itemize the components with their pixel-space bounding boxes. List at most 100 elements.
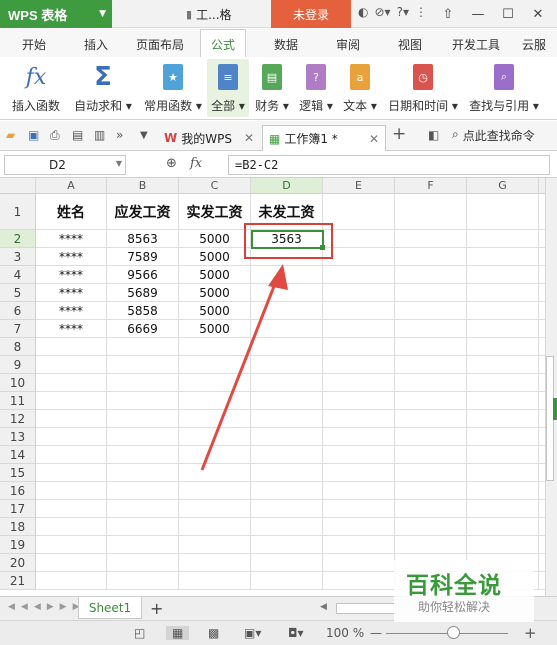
empty-cell[interactable] — [179, 554, 251, 572]
insert-function-button[interactable]: fx 插入函数 — [8, 61, 64, 114]
empty-cell[interactable] — [323, 446, 395, 464]
empty-cell[interactable] — [467, 518, 539, 536]
autosum-button[interactable]: Σ 自动求和 ▾ — [72, 61, 134, 114]
horizontal-scroll-thumb[interactable] — [336, 603, 396, 614]
vertical-scrollbar[interactable] — [545, 178, 557, 596]
empty-cell[interactable] — [107, 554, 179, 572]
empty-cell[interactable] — [467, 428, 539, 446]
menu-item-page-layout[interactable]: 页面布局 — [136, 36, 184, 53]
row-header[interactable]: 12 — [0, 410, 36, 428]
empty-cell[interactable] — [107, 446, 179, 464]
side-panel-toggle[interactable] — [553, 398, 557, 420]
empty-cell[interactable] — [467, 266, 539, 284]
empty-cell[interactable] — [107, 374, 179, 392]
empty-cell[interactable] — [179, 500, 251, 518]
row-header[interactable]: 4 — [0, 266, 36, 284]
empty-cell[interactable] — [36, 464, 107, 482]
skin-icon[interactable]: ◐ — [358, 5, 368, 19]
empty-cell[interactable] — [251, 554, 323, 572]
empty-cell[interactable] — [251, 536, 323, 554]
wps-app-menu-button[interactable]: WPS 表格 ▼ — [0, 0, 112, 28]
scroll-left-icon[interactable]: ◀ — [320, 602, 327, 612]
row-header[interactable]: 7 — [0, 320, 36, 338]
empty-cell[interactable] — [323, 410, 395, 428]
empty-cell[interactable] — [251, 572, 323, 590]
page-break-view-icon[interactable]: ▩ — [208, 626, 219, 640]
empty-cell[interactable] — [467, 338, 539, 356]
empty-cell[interactable] — [36, 338, 107, 356]
empty-cell[interactable] — [395, 410, 467, 428]
empty-cell[interactable] — [323, 266, 395, 284]
data-cell[interactable]: 5689 — [107, 284, 179, 302]
data-cell[interactable]: **** — [36, 284, 107, 302]
empty-cell[interactable] — [36, 536, 107, 554]
empty-cell[interactable] — [323, 302, 395, 320]
empty-cell[interactable] — [467, 320, 539, 338]
empty-cell[interactable] — [179, 482, 251, 500]
empty-cell[interactable] — [467, 374, 539, 392]
open-folder-icon[interactable]: ▰ — [6, 128, 15, 142]
formula-input[interactable]: =B2-C2 — [228, 155, 550, 175]
empty-cell[interactable] — [395, 428, 467, 446]
row-header[interactable]: 20 — [0, 554, 36, 572]
header-cell[interactable]: 实发工资 — [179, 194, 251, 230]
empty-cell[interactable] — [36, 500, 107, 518]
menu-item-formulas[interactable]: 公式 — [200, 29, 247, 57]
empty-cell[interactable] — [107, 392, 179, 410]
menu-item-data[interactable]: 数据 — [274, 36, 298, 53]
empty-cell[interactable] — [467, 230, 539, 248]
empty-cell[interactable] — [323, 338, 395, 356]
empty-cell[interactable] — [36, 428, 107, 446]
empty-cell[interactable] — [179, 518, 251, 536]
row-header[interactable]: 21 — [0, 572, 36, 590]
column-header-d[interactable]: D — [251, 178, 323, 194]
row-header[interactable]: 9 — [0, 356, 36, 374]
new-tab-button[interactable]: + — [392, 124, 406, 144]
empty-cell[interactable] — [323, 572, 395, 590]
empty-cell[interactable] — [395, 230, 467, 248]
date-time-button[interactable]: ◷ 日期和时间 ▾ — [384, 61, 462, 114]
menu-item-cloud[interactable]: 云服 — [522, 36, 546, 53]
empty-cell[interactable] — [107, 428, 179, 446]
sheet-tab-sheet1[interactable]: Sheet1 — [78, 597, 142, 619]
close-icon[interactable]: ✕ — [244, 131, 254, 145]
empty-cell[interactable] — [323, 392, 395, 410]
normal-view-icon[interactable]: ▦ — [166, 626, 190, 640]
empty-cell[interactable] — [107, 500, 179, 518]
column-header-b[interactable]: B — [107, 178, 179, 194]
sheet-nav-arrows[interactable]: ◀◀◀▶▶▶ — [8, 602, 86, 612]
row-header[interactable]: 13 — [0, 428, 36, 446]
empty-cell[interactable] — [107, 482, 179, 500]
login-button[interactable]: 未登录 — [271, 0, 351, 28]
empty-cell[interactable] — [36, 410, 107, 428]
empty-cell[interactable] — [395, 266, 467, 284]
lookup-reference-button[interactable]: ⌕ 查找与引用 ▾ — [464, 61, 544, 114]
row-header[interactable]: 15 — [0, 464, 36, 482]
empty-cell[interactable] — [179, 572, 251, 590]
finance-button[interactable]: ▤ 财务 ▾ — [252, 61, 292, 114]
data-cell[interactable]: 8563 — [107, 230, 179, 248]
empty-cell[interactable] — [107, 536, 179, 554]
empty-cell[interactable] — [36, 356, 107, 374]
empty-cell[interactable] — [36, 392, 107, 410]
empty-cell[interactable] — [467, 410, 539, 428]
empty-cell[interactable] — [36, 446, 107, 464]
data-cell[interactable]: **** — [36, 266, 107, 284]
empty-cell[interactable] — [467, 500, 539, 518]
column-header-a[interactable]: A — [36, 178, 107, 194]
row-header[interactable]: 6 — [0, 302, 36, 320]
zoom-in-button[interactable]: + — [524, 624, 537, 642]
empty-cell[interactable] — [251, 500, 323, 518]
empty-cell[interactable] — [395, 302, 467, 320]
empty-cell[interactable] — [107, 572, 179, 590]
menu-item-insert[interactable]: 插入 — [84, 36, 108, 53]
empty-cell[interactable] — [467, 248, 539, 266]
row-header[interactable]: 16 — [0, 482, 36, 500]
empty-cell[interactable] — [107, 518, 179, 536]
empty-cell[interactable] — [467, 482, 539, 500]
row-header[interactable]: 8 — [0, 338, 36, 356]
text-functions-button[interactable]: a 文本 ▾ — [340, 61, 380, 114]
empty-cell[interactable] — [467, 356, 539, 374]
empty-cell[interactable] — [107, 410, 179, 428]
empty-cell[interactable] — [323, 284, 395, 302]
